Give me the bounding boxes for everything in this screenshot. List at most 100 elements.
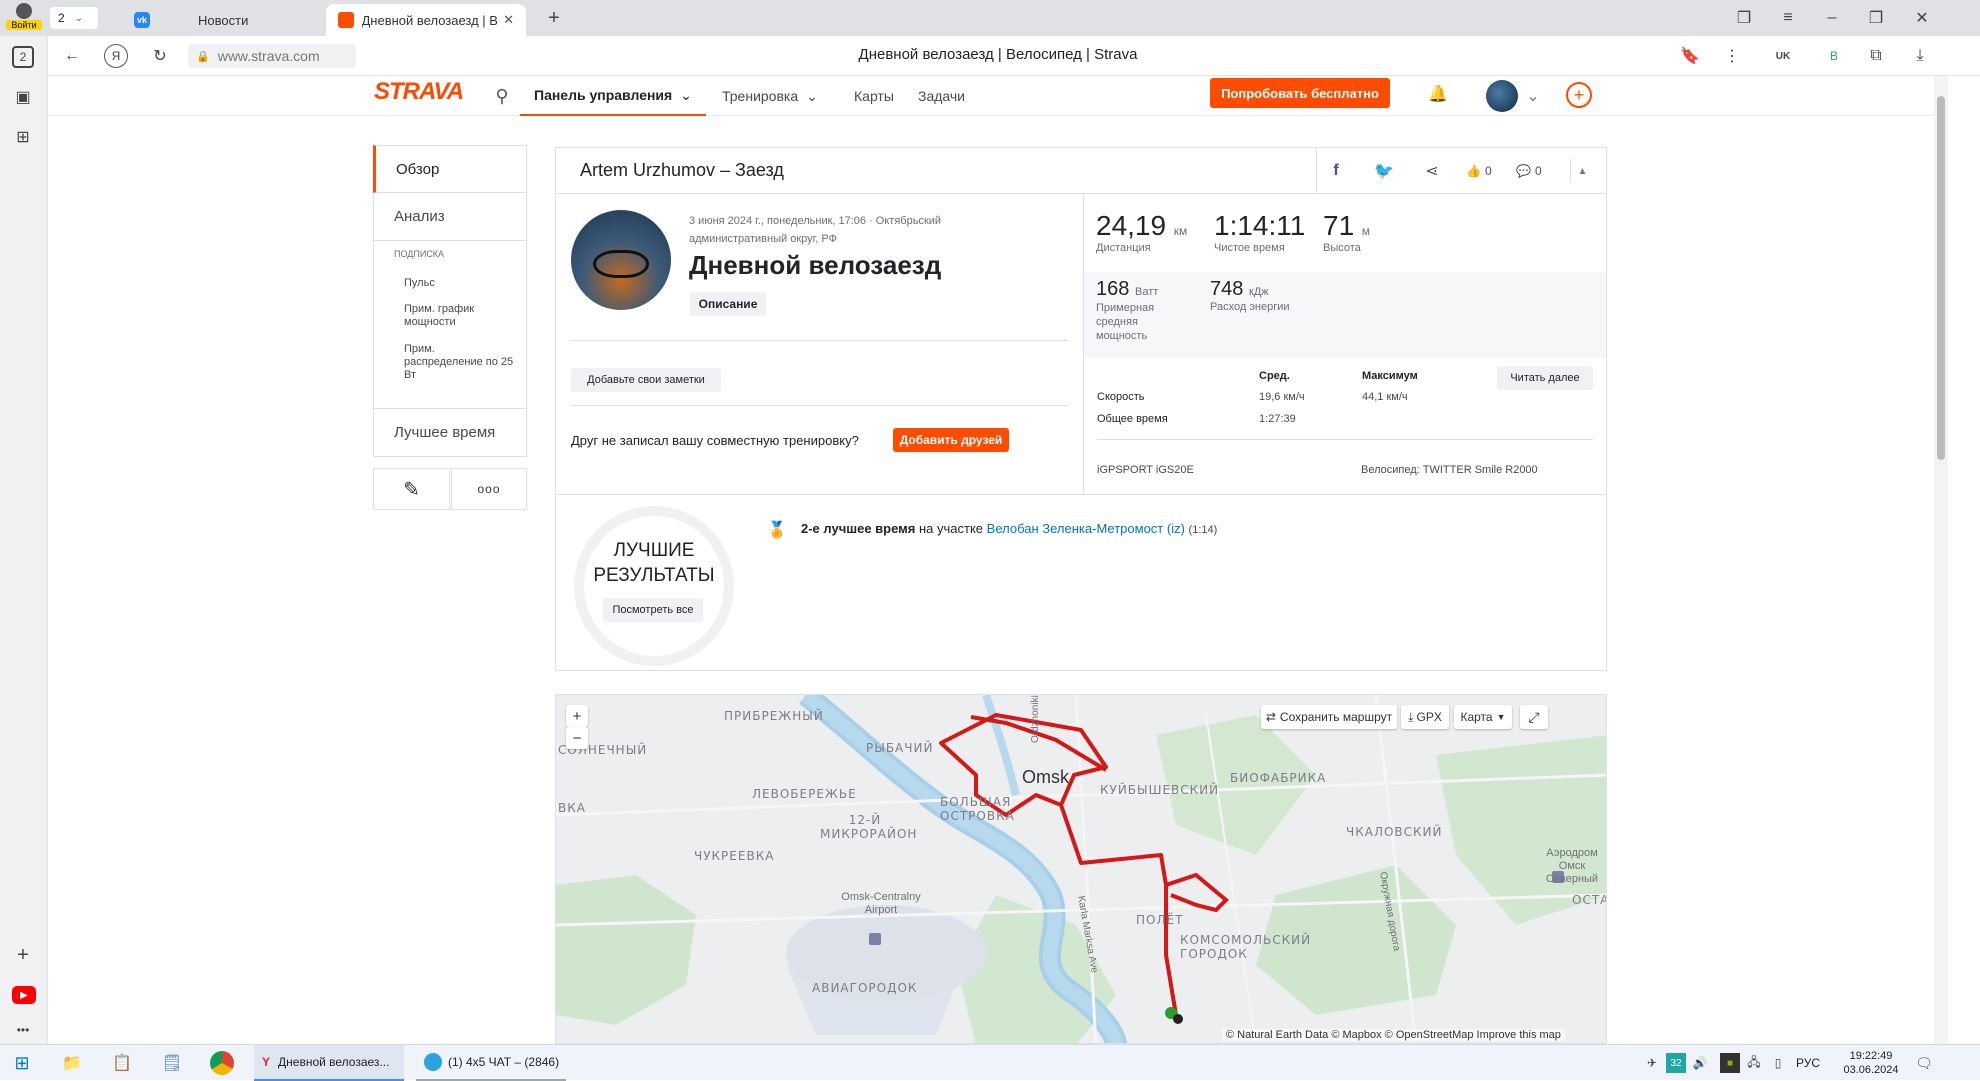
activity-map[interactable]: ПРИБРЕЖНЫЙ СОЛНЕЧНЫЙ РЫБАЧИЙ ЛЕВОБЕРЕЖЬЕ… — [555, 694, 1607, 1044]
collections-icon[interactable]: ⧉ — [1864, 44, 1888, 68]
segment-achievement: 2-е лучшее время на участке Велобан Зеле… — [801, 521, 1218, 536]
zoom-out-button[interactable]: − — [566, 727, 588, 749]
more-icon[interactable]: ••• — [12, 1022, 34, 1038]
bookmark-icon[interactable]: 🔖 — [1678, 44, 1702, 68]
windows-start-icon[interactable]: ⊞ — [10, 1051, 34, 1075]
battery-icon[interactable]: ▯ — [1768, 1053, 1788, 1073]
network-icon[interactable]: 🖧 — [1744, 1053, 1764, 1073]
sidebar-sub-power-dist[interactable]: Прим. распределение по 25 Вт — [404, 343, 514, 382]
tray-app-icon[interactable]: 32 — [1666, 1053, 1686, 1073]
tab-news[interactable]: vk Новости — [122, 4, 322, 36]
trial-button[interactable]: Попробовать бесплатно — [1210, 78, 1390, 108]
tray-nvidia-icon[interactable]: ■ — [1720, 1053, 1740, 1073]
map-label-omsk: Omsk — [1022, 767, 1069, 787]
map-label-prib: ПРИБРЕЖНЫЙ — [724, 709, 824, 723]
map-type-select[interactable]: Карта ▼ — [1454, 705, 1512, 729]
col-max-header: Максимум — [1362, 370, 1418, 382]
nav-dashboard[interactable]: Панель управления ⌄ — [520, 76, 706, 116]
speed-avg: 19,6 км/ч — [1259, 391, 1305, 403]
share-icon[interactable]: ⋖ — [1420, 159, 1444, 183]
extension-uk-icon[interactable]: UK — [1770, 44, 1796, 68]
strava-logo[interactable]: STRAVA — [374, 78, 464, 106]
apps-grid-icon[interactable]: ⊞ — [12, 126, 34, 148]
collapse-icon[interactable]: ▲ — [1570, 159, 1594, 183]
more-actions-button[interactable]: ooo — [451, 468, 527, 510]
nav-challenges[interactable]: Задачи — [918, 76, 965, 116]
description-button[interactable]: Описание — [690, 292, 766, 316]
stat-elevation: 71 м Высота — [1323, 210, 1371, 254]
read-more-button[interactable]: Читать далее — [1497, 366, 1593, 390]
nav-training[interactable]: Тренировка ⌄ — [722, 76, 818, 116]
tabs-counter-icon[interactable]: 2 — [12, 46, 34, 68]
menu-icon[interactable]: ≡ — [1776, 6, 1800, 30]
upload-plus-icon[interactable]: + — [1566, 82, 1592, 108]
tab-counter[interactable]: 2 ⌄ — [50, 7, 98, 29]
file-explorer-icon[interactable]: 📁 — [60, 1051, 84, 1075]
map-label-vka: ВКА — [558, 801, 586, 815]
taskbar-app-yandex[interactable]: Y Дневной велозаез... — [254, 1045, 404, 1081]
twitter-icon[interactable]: 🐦 — [1372, 159, 1396, 183]
chevron-down-icon[interactable]: ⌄ — [1524, 84, 1542, 108]
close-window-icon[interactable]: ✕ — [1910, 6, 1934, 30]
gpx-button[interactable]: ⤓ GPX — [1401, 705, 1449, 729]
view-all-button[interactable]: Посмотреть все — [603, 598, 703, 622]
bell-icon[interactable]: 🔔 — [1426, 82, 1450, 106]
sidebar-item-overview[interactable]: Обзор — [373, 145, 527, 193]
tab-strava[interactable]: Дневной велозаезд | В ✕ — [326, 4, 526, 36]
screenshot-icon[interactable]: ▣ — [12, 86, 34, 108]
taskbar-app-telegram[interactable]: (1) 4x5 ЧАТ – (2846) — [416, 1045, 566, 1081]
close-tab-icon[interactable]: ✕ — [503, 12, 514, 28]
page-menu-icon[interactable]: ⋮ — [1722, 44, 1742, 68]
map-label-polet: ПОЛЁТ — [1136, 913, 1184, 927]
page-scrollbar[interactable] — [1934, 76, 1948, 1044]
search-icon[interactable]: ⚲ — [490, 84, 514, 108]
app-icon-3[interactable]: 🗒 — [160, 1051, 184, 1075]
sidebar-sub-heart-rate[interactable]: Пульс — [404, 277, 514, 289]
stat-distance: 24,19 км Дистанция — [1096, 210, 1188, 254]
new-tab-icon[interactable]: + — [542, 6, 566, 30]
add-panel-icon[interactable]: + — [12, 944, 34, 966]
fullscreen-button[interactable]: ⤢ — [1520, 705, 1548, 729]
download-icon[interactable]: ⤓ — [1908, 44, 1932, 68]
nav-maps[interactable]: Карты — [854, 76, 894, 116]
language-indicator[interactable]: РУС — [1796, 1045, 1826, 1081]
sidebar-item-best-times[interactable]: Лучшее время — [373, 409, 527, 457]
edit-button[interactable]: ✎ — [373, 468, 450, 510]
sidebar-item-analysis[interactable]: Анализ — [373, 193, 527, 241]
map-attribution[interactable]: © Natural Earth Data © Mapbox © OpenStre… — [1222, 1029, 1565, 1041]
avatar[interactable] — [1486, 80, 1518, 112]
best-results-title: ЛУЧШИЕ РЕЗУЛЬТАТЫ — [593, 540, 715, 586]
youtube-icon[interactable]: ▶ — [12, 986, 36, 1004]
reload-icon[interactable]: ↻ — [148, 44, 172, 68]
athlete-photo[interactable] — [571, 210, 671, 310]
url-field[interactable]: 🔒 www.strava.com — [188, 44, 356, 68]
save-route-button[interactable]: ⇄ Сохранить маршрут — [1261, 705, 1397, 729]
extension-v-icon[interactable]: B — [1822, 44, 1846, 68]
add-notes-button[interactable]: Добавьте свои заметки — [571, 368, 721, 392]
map-label-ordzh: Ordzhonikid — [1030, 694, 1041, 743]
facebook-icon[interactable]: f — [1324, 159, 1348, 183]
clock[interactable]: 19:22:49 03.06.2024 — [1836, 1045, 1906, 1081]
chrome-icon[interactable] — [210, 1051, 234, 1075]
vk-icon: vk — [134, 12, 150, 28]
notifications-icon[interactable]: 🗨 — [1912, 1051, 1936, 1075]
map-label-airport: Omsk-Centralny Airport — [841, 891, 921, 916]
restore-icon[interactable]: ❐ — [1864, 6, 1888, 30]
back-icon[interactable]: ← — [60, 44, 84, 68]
volume-icon[interactable]: 🔊 — [1690, 1053, 1710, 1073]
yandex-icon[interactable]: Я — [104, 44, 128, 68]
scroll-thumb[interactable] — [1937, 96, 1945, 460]
bookmarks-manager-icon[interactable]: ❐ — [1732, 6, 1756, 30]
minimize-icon[interactable]: – — [1820, 6, 1844, 30]
kudos-button[interactable]: 👍 0 — [1466, 160, 1506, 182]
comments-button[interactable]: 💬 0 — [1516, 160, 1556, 182]
map-label-aviagor: АВИАГОРОДОК — [812, 981, 918, 995]
telegram-icon — [424, 1053, 442, 1071]
tray-telegram-icon[interactable]: ✈ — [1642, 1053, 1662, 1073]
add-friends-button[interactable]: Добавить друзей — [893, 428, 1009, 452]
segment-link[interactable]: Велобан Зеленка-Метромост (iz) — [987, 521, 1185, 536]
sidebar-sub-power-curve[interactable]: Прим. график мощности — [404, 303, 514, 329]
profile-login[interactable]: Войти — [6, 2, 42, 34]
app-icon-2[interactable]: 📋 — [110, 1051, 134, 1075]
zoom-in-button[interactable]: + — [566, 705, 588, 727]
